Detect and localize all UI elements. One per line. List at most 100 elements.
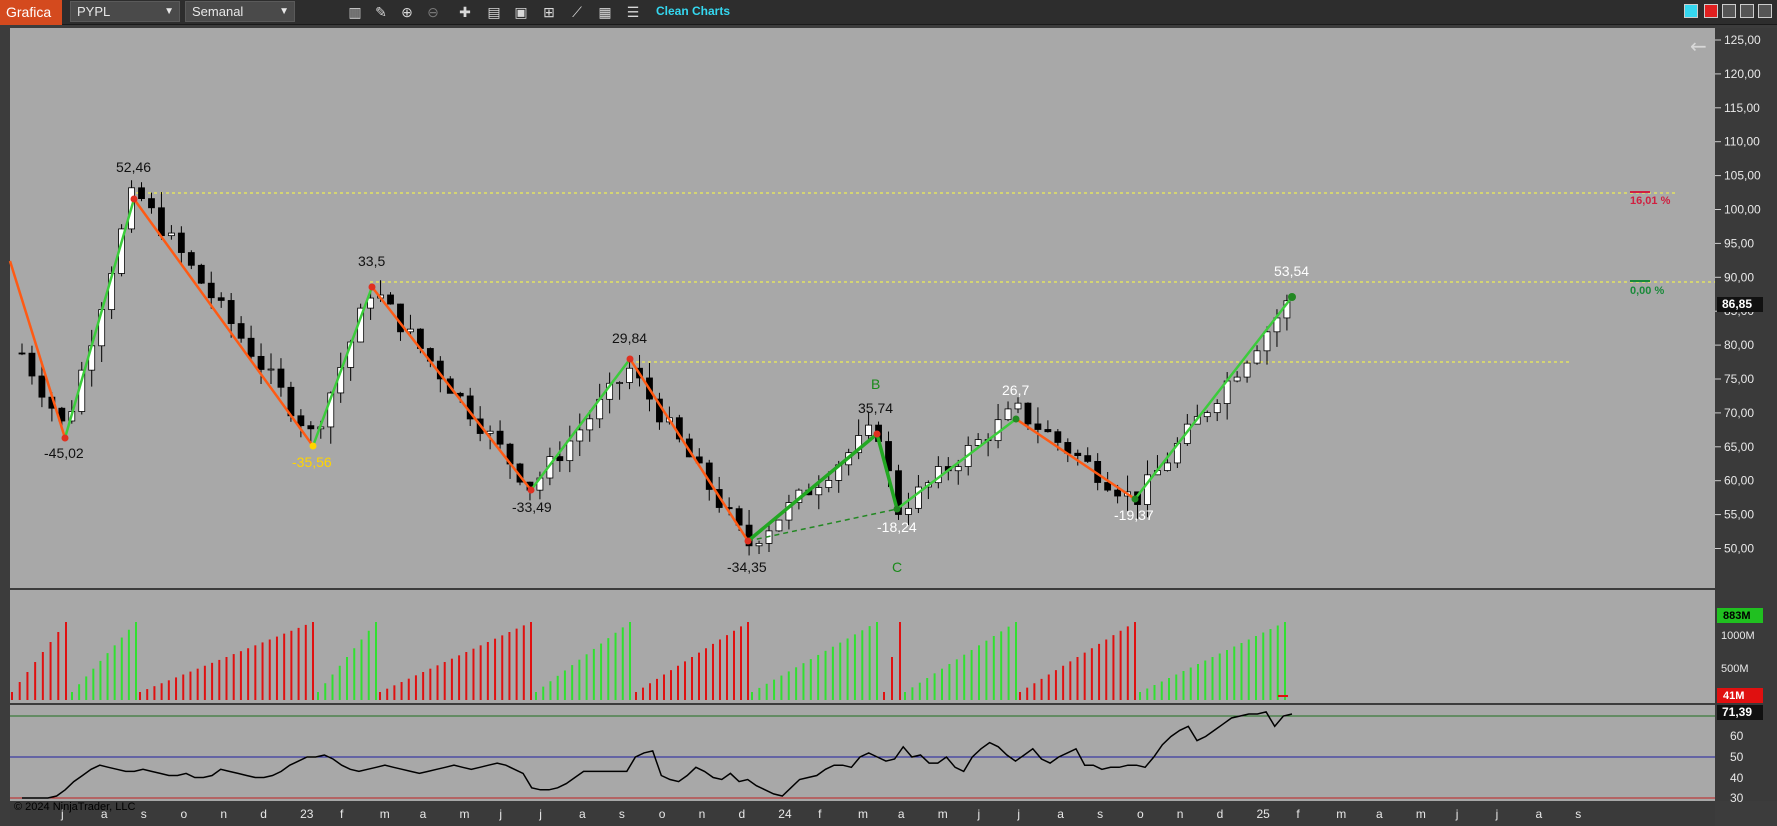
swing-label: -33,49: [512, 499, 552, 515]
candle-body: [905, 507, 912, 515]
zoom-in-icon[interactable]: ⊕: [398, 3, 416, 21]
swing-label: -34,35: [727, 559, 767, 575]
candle-body: [626, 367, 633, 383]
time-axis-label: n: [220, 807, 227, 821]
instrument-selector[interactable]: PYPL ▼: [70, 1, 180, 22]
time-axis-label: o: [1137, 807, 1144, 821]
candle-body: [1253, 350, 1261, 364]
candle-body: [148, 198, 155, 209]
price-axis-label: 55,00: [1724, 508, 1754, 522]
price-axis-label: 80,00: [1724, 338, 1754, 352]
candle-body: [586, 418, 594, 431]
swing-label: -18,24: [877, 519, 917, 535]
swing-label: 53,54: [1274, 263, 1309, 279]
swing-label: 35,74: [858, 400, 893, 416]
candle-body: [496, 430, 504, 445]
candle-body: [158, 207, 165, 237]
record-icon[interactable]: [1704, 4, 1718, 18]
price-axis-label: 75,00: [1724, 372, 1754, 386]
price-axis-label: 50,00: [1724, 542, 1754, 556]
swing-label: -35,56: [292, 454, 332, 470]
time-axis-label: m: [460, 807, 470, 821]
time-axis-label: d: [738, 807, 745, 821]
chart-area[interactable]: ← 52,46 -45,02 33,5 -35,56 29,84 -33,49 …: [0, 26, 1777, 826]
candle-body: [167, 232, 175, 237]
wave-label-b: B: [871, 376, 880, 392]
crosshair-icon[interactable]: ✚: [456, 3, 474, 21]
candle-body: [556, 456, 564, 462]
time-axis-label: m: [858, 807, 868, 821]
candle-body: [566, 440, 574, 462]
time-axis-label: j: [1016, 807, 1020, 821]
time-axis-label: a: [1057, 807, 1064, 821]
list-icon[interactable]: ☰: [624, 3, 642, 21]
price-axis-label: 110,00: [1724, 135, 1760, 149]
swing-dot: [61, 434, 69, 442]
time-axis-label: o: [181, 807, 188, 821]
candle-body: [177, 232, 185, 253]
link-icon[interactable]: [1684, 4, 1698, 18]
close-icon[interactable]: [1758, 4, 1772, 18]
candle-body: [755, 542, 763, 547]
volume-axis-label: 500M: [1721, 663, 1749, 675]
swing-label: 33,5: [358, 253, 385, 269]
price-axis-label: 105,00: [1724, 169, 1761, 183]
time-axis-label: j: [1455, 807, 1459, 821]
strategies-icon[interactable]: ⟋: [568, 3, 586, 21]
candle-body: [1203, 412, 1211, 418]
minimize-icon[interactable]: [1722, 4, 1736, 18]
chart-canvas[interactable]: ← 52,46 -45,02 33,5 -35,56 29,84 -33,49 …: [0, 26, 1777, 826]
interval-value: Semanal: [192, 4, 244, 19]
time-axis-label: a: [579, 807, 586, 821]
time-axis-label: m: [938, 807, 948, 821]
swing-label: 29,84: [612, 330, 647, 346]
maximize-icon[interactable]: [1740, 4, 1754, 18]
properties-icon[interactable]: ▤: [485, 3, 503, 21]
indicators-icon[interactable]: ▦: [596, 3, 614, 21]
time-axis-label: s: [1097, 807, 1103, 821]
candle-body: [1114, 489, 1121, 497]
swing-dot: [626, 355, 634, 363]
templates-icon[interactable]: ⊞: [540, 3, 558, 21]
price-axis-label: 125,00: [1724, 33, 1761, 47]
price-axis-label: 60,00: [1724, 474, 1754, 488]
chart-toolbar: Grafica PYPL ▼ Semanal ▼ ▥ ✎ ⊕ ⊖ ✚ ▤ ▣ ⊞ ⟋…: [0, 0, 1777, 25]
clean-charts-button[interactable]: Clean Charts: [656, 4, 730, 18]
candle-body: [1213, 403, 1221, 414]
bars-icon[interactable]: ▥: [346, 3, 364, 21]
price-axis-label: 115,00: [1724, 101, 1760, 115]
candle-body: [387, 294, 394, 305]
rsi-badge-value: 71,39: [1722, 705, 1752, 719]
swing-dot: [873, 430, 881, 438]
pencil-icon[interactable]: ✎: [372, 3, 390, 21]
price-axis-label: 120,00: [1724, 67, 1761, 81]
price-axis-label: 90,00: [1724, 270, 1754, 284]
candle-body: [197, 264, 205, 284]
candle-body: [775, 519, 783, 532]
fib-label-lower: 0,00 %: [1630, 285, 1664, 297]
interval-selector[interactable]: Semanal ▼: [185, 1, 295, 22]
candle-body: [207, 282, 215, 299]
candle-body: [1233, 376, 1241, 382]
time-axis-label: 24: [778, 807, 792, 821]
time-axis-label: a: [420, 807, 427, 821]
time-axis-label: m: [1336, 807, 1346, 821]
time-axis-label: 25: [1257, 807, 1271, 821]
candle-body: [257, 355, 265, 370]
time-axis-label: j: [977, 807, 981, 821]
candle-body: [1243, 362, 1251, 378]
back-arrow-icon[interactable]: ←: [1690, 34, 1707, 58]
candle-body: [815, 487, 823, 496]
price-panel: [10, 28, 1715, 588]
swing-label: 52,46: [116, 159, 151, 175]
candle-body: [1074, 452, 1082, 457]
time-axis-label: a: [101, 807, 108, 821]
swing-dot: [893, 505, 901, 513]
candle-body: [1034, 423, 1042, 430]
time-axis-label: n: [1177, 807, 1184, 821]
time-axis-label: s: [1575, 807, 1581, 821]
zoom-out-icon[interactable]: ⊖: [424, 3, 442, 21]
data-box-icon[interactable]: ▣: [512, 3, 530, 21]
fib-label-upper: 16,01 %: [1630, 195, 1671, 207]
candle-body: [1014, 402, 1022, 410]
